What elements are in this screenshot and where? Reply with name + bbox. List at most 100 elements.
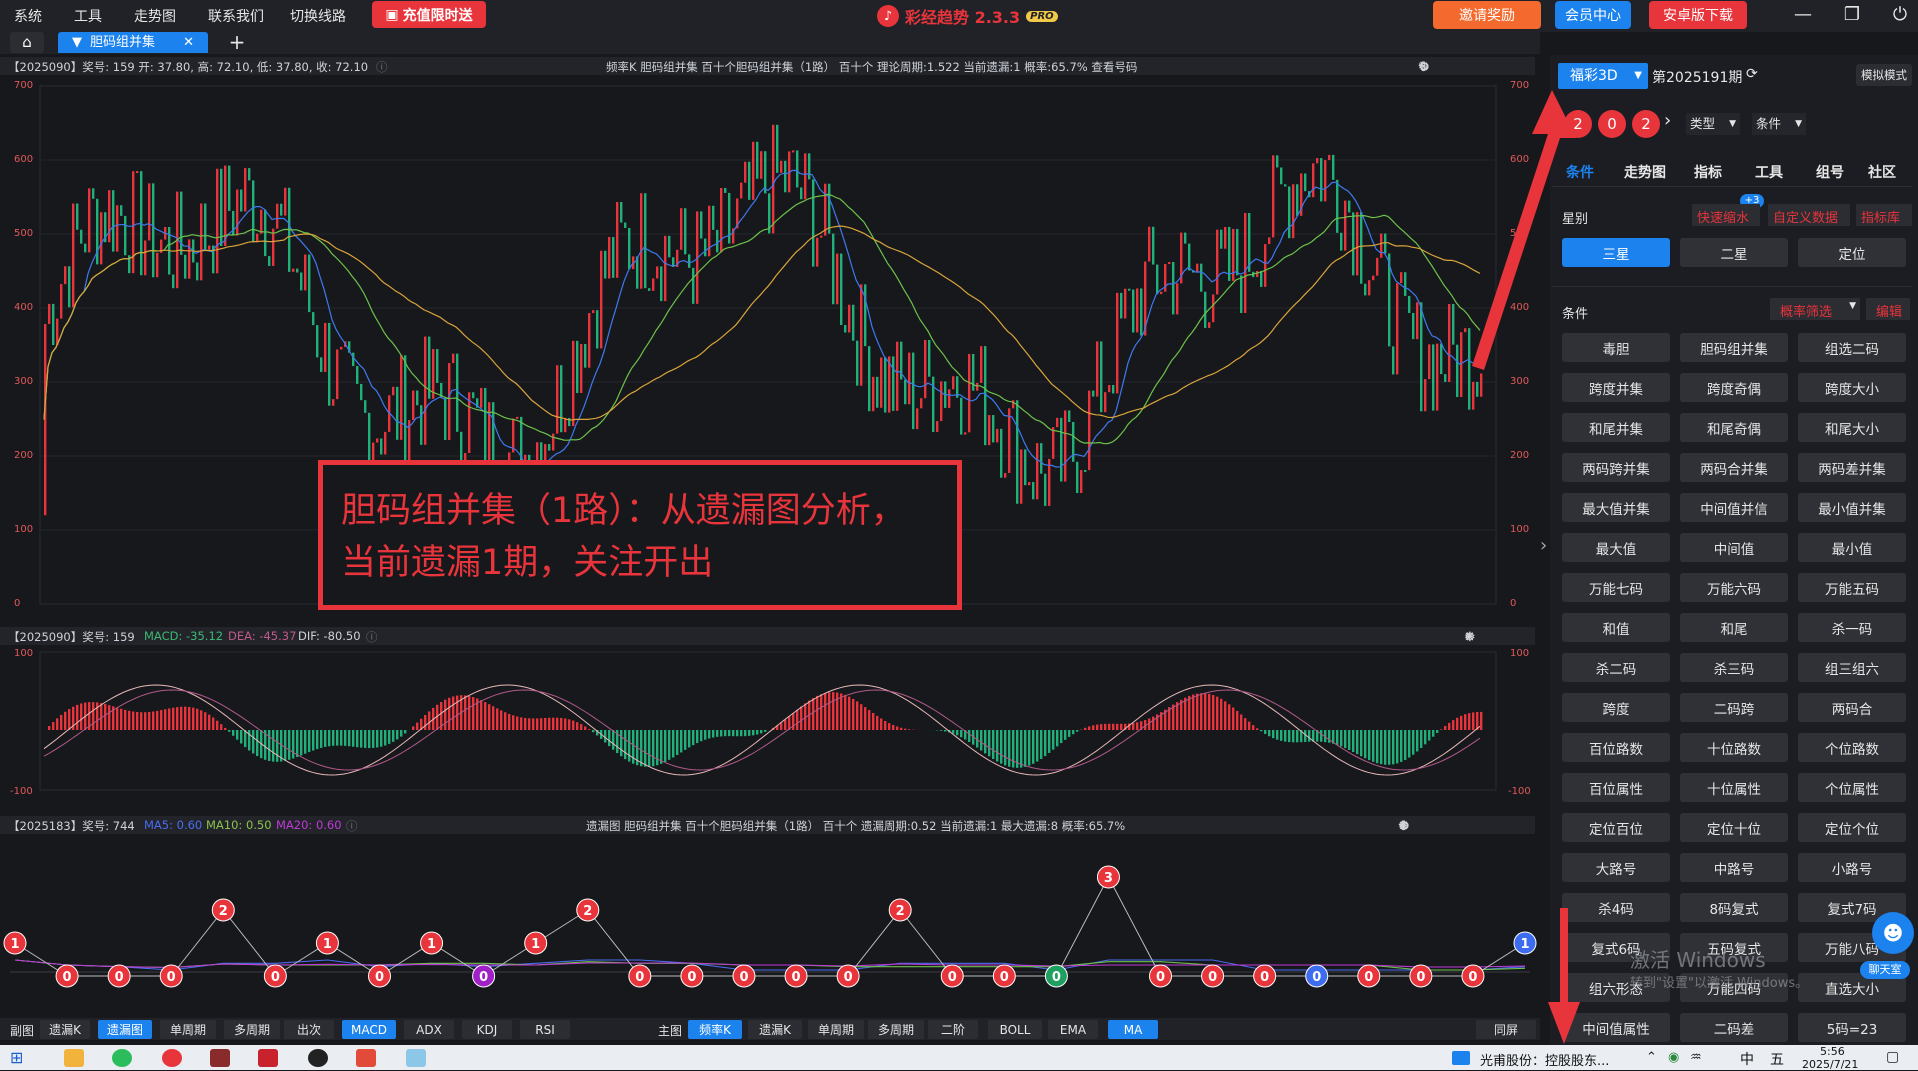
condition-btn-16[interactable]: 中间值 — [1680, 533, 1788, 562]
condition-btn-14[interactable]: 最小值并集 — [1798, 493, 1906, 522]
refresh-icon[interactable]: ⟳ — [1746, 66, 1758, 82]
condition-btn-41[interactable]: 小路号 — [1798, 853, 1906, 882]
star-two-button[interactable]: 二星 — [1680, 238, 1788, 267]
tray-app-icon[interactable]: ◉ — [1668, 1050, 1679, 1065]
sub-chart-btn-0[interactable]: 遗漏K — [40, 1020, 90, 1039]
tab-group[interactable]: 组号 — [1816, 162, 1844, 182]
condition-btn-53[interactable]: 5码=23 — [1798, 1013, 1906, 1042]
condition-btn-39[interactable]: 大路号 — [1562, 853, 1670, 882]
help-icon[interactable]: ⓘ — [346, 818, 358, 834]
condition-btn-38[interactable]: 定位个位 — [1798, 813, 1906, 842]
condition-btn-31[interactable]: 十位路数 — [1680, 733, 1788, 762]
condition-btn-33[interactable]: 百位属性 — [1562, 773, 1670, 802]
sub-chart-btn-2[interactable]: 单周期 — [160, 1020, 216, 1039]
condition-btn-37[interactable]: 定位十位 — [1680, 813, 1788, 842]
condition-btn-43[interactable]: 8码复式 — [1680, 893, 1788, 922]
tab-community[interactable]: 社区 — [1868, 162, 1896, 182]
condition-btn-2[interactable]: 组选二码 — [1798, 333, 1906, 362]
news-ticker[interactable]: 光甫股份：控股股东... — [1480, 1050, 1609, 1069]
condition-btn-25[interactable]: 杀三码 — [1680, 653, 1788, 682]
type-dropdown[interactable]: 类型▼ — [1686, 113, 1740, 135]
condition-dropdown[interactable]: 条件▼ — [1752, 113, 1806, 135]
condition-btn-23[interactable]: 杀一码 — [1798, 613, 1906, 642]
files-icon[interactable] — [406, 1049, 426, 1067]
tab-indicator[interactable]: 指标 — [1694, 162, 1722, 182]
condition-btn-4[interactable]: 跨度奇偶 — [1680, 373, 1788, 402]
chevron-right-icon[interactable]: › — [1664, 110, 1671, 131]
sub-chart-btn-8[interactable]: RSI — [520, 1020, 570, 1039]
clock-date[interactable]: 2025/7/21 — [1802, 1058, 1858, 1071]
notification-icon[interactable]: ▢ — [1886, 1049, 1899, 1065]
browser-icon[interactable] — [162, 1049, 182, 1067]
condition-btn-34[interactable]: 十位属性 — [1680, 773, 1788, 802]
condition-btn-32[interactable]: 个位路数 — [1798, 733, 1906, 762]
tab-active[interactable]: ▼胆码组并集✕ — [58, 32, 208, 53]
position-button[interactable]: 定位 — [1798, 238, 1906, 267]
collapse-arrow-icon[interactable]: › — [1540, 535, 1550, 561]
condition-btn-19[interactable]: 万能六码 — [1680, 573, 1788, 602]
app-icon[interactable] — [210, 1049, 230, 1067]
condition-btn-24[interactable]: 杀二码 — [1562, 653, 1670, 682]
tab-tools[interactable]: 工具 — [1755, 162, 1783, 182]
condition-btn-20[interactable]: 万能五码 — [1798, 573, 1906, 602]
add-tab-button[interactable]: + — [222, 32, 252, 53]
restore-button[interactable]: ❐ — [1834, 3, 1870, 27]
condition-btn-18[interactable]: 万能七码 — [1562, 573, 1670, 602]
condition-btn-26[interactable]: 组三组六 — [1798, 653, 1906, 682]
recharge-button[interactable]: ▣充值限时送 — [372, 1, 486, 28]
qq-icon[interactable] — [308, 1049, 328, 1067]
tab-trend[interactable]: 走势图 — [1624, 162, 1666, 182]
lottery-app-icon[interactable] — [258, 1049, 278, 1067]
condition-btn-8[interactable]: 和尾大小 — [1798, 413, 1906, 442]
clock-time[interactable]: 5:56 — [1820, 1045, 1845, 1058]
main-chart-btn-3[interactable]: 多周期 — [868, 1020, 924, 1039]
condition-btn-27[interactable]: 跨度 — [1562, 693, 1670, 722]
home-icon[interactable]: ⌂ — [10, 32, 44, 53]
sub-chart-btn-7[interactable]: KDJ — [462, 1020, 512, 1039]
wps-icon[interactable] — [356, 1049, 376, 1067]
main-chart-btn-5[interactable]: BOLL — [988, 1020, 1042, 1039]
tray-chevron-icon[interactable]: ⌃ — [1646, 1050, 1657, 1065]
menu-tools[interactable]: 工具 — [74, 6, 102, 26]
ime-indicator[interactable]: 中 — [1740, 1049, 1754, 1069]
close-icon[interactable]: ✕ — [1398, 819, 1409, 834]
condition-btn-9[interactable]: 两码跨并集 — [1562, 453, 1670, 482]
member-center-button[interactable]: 会员中心 — [1555, 1, 1631, 29]
main-chart-btn-1[interactable]: 遗漏K — [748, 1020, 802, 1039]
condition-btn-35[interactable]: 个位属性 — [1798, 773, 1906, 802]
chat-bot-icon[interactable]: ☻ — [1872, 912, 1914, 954]
condition-btn-30[interactable]: 百位路数 — [1562, 733, 1670, 762]
probability-filter[interactable]: 概率筛选▼ — [1770, 298, 1860, 320]
sub-chart-btn-4[interactable]: 出次 — [284, 1020, 334, 1039]
fullscreen-button[interactable]: 同屏 — [1476, 1020, 1536, 1039]
ime-mode[interactable]: 五 — [1770, 1049, 1784, 1069]
settings-icon[interactable]: ⚙ — [1418, 60, 1430, 75]
close-icon[interactable]: ✕ — [1464, 630, 1475, 645]
menu-system[interactable]: 系统 — [14, 6, 42, 26]
sub-chart-btn-6[interactable]: ADX — [404, 1020, 454, 1039]
menu-trend[interactable]: 走势图 — [134, 6, 176, 26]
condition-btn-29[interactable]: 两码合 — [1798, 693, 1906, 722]
condition-btn-7[interactable]: 和尾奇偶 — [1680, 413, 1788, 442]
sub-chart-btn-3[interactable]: 多周期 — [224, 1020, 280, 1039]
sub-chart-btn-5[interactable]: MACD — [342, 1020, 396, 1039]
sub-chart-btn-1[interactable]: 遗漏图 — [98, 1020, 152, 1039]
condition-btn-22[interactable]: 和尾 — [1680, 613, 1788, 642]
edit-button[interactable]: 编辑 — [1866, 298, 1910, 320]
main-chart-btn-2[interactable]: 单周期 — [808, 1020, 864, 1039]
help-icon[interactable]: ⓘ — [366, 629, 378, 645]
windows-start-icon[interactable]: ⊞ — [10, 1050, 28, 1066]
close-icon[interactable]: ✕ — [183, 32, 194, 53]
main-chart-btn-4[interactable]: 二阶 — [928, 1020, 978, 1039]
main-chart-btn-0[interactable]: 频率K — [688, 1020, 742, 1039]
main-chart-btn-6[interactable]: EMA — [1048, 1020, 1098, 1039]
wechat-icon[interactable] — [112, 1049, 132, 1067]
indicator-lib-button[interactable]: 指标库 — [1856, 204, 1912, 226]
android-download-button[interactable]: 安卓版下载 — [1649, 1, 1747, 29]
condition-btn-11[interactable]: 两码差并集 — [1798, 453, 1906, 482]
condition-btn-28[interactable]: 二码跨 — [1680, 693, 1788, 722]
condition-btn-12[interactable]: 最大值并集 — [1562, 493, 1670, 522]
condition-btn-13[interactable]: 中间值并信 — [1680, 493, 1788, 522]
condition-btn-36[interactable]: 定位百位 — [1562, 813, 1670, 842]
condition-btn-1[interactable]: 胆码组并集 — [1680, 333, 1788, 362]
